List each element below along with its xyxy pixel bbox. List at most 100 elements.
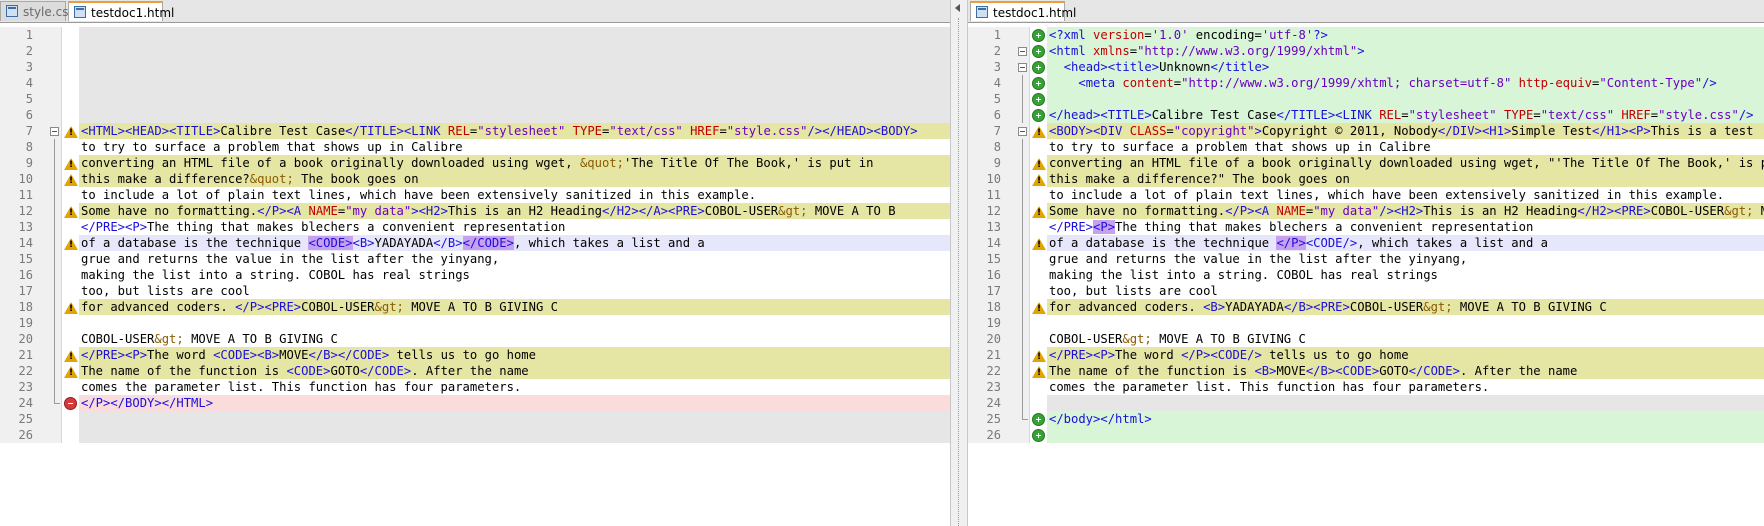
line-content[interactable]: </body></html> (1047, 411, 1764, 427)
line-content[interactable]: comes the parameter list. This function … (79, 379, 950, 395)
code-line[interactable]: 21</PRE><P>The word </P><CODE/> tells us… (968, 347, 1764, 365)
code-line[interactable]: 7<BODY><DIV CLASS="copyright">Copyright … (968, 123, 1764, 139)
code-line[interactable]: 20 COBOL-USER&gt; MOVE A TO B GIVING C (0, 331, 950, 349)
code-line[interactable]: 18for advanced coders. <B>YADAYADA</B><P… (968, 299, 1764, 317)
line-content[interactable] (1047, 315, 1764, 331)
code-line[interactable]: 11 to include a lot of plain text lines, … (968, 187, 1764, 205)
code-line[interactable]: 13 </PRE><P>The thing that makes blechers… (0, 219, 950, 237)
code-line[interactable]: 25 </body></html> (968, 411, 1764, 427)
line-content[interactable] (79, 411, 950, 427)
line-content[interactable]: making the list into a string. COBOL has… (79, 267, 950, 283)
code-line[interactable]: 19 (0, 315, 950, 333)
right-diff-pane[interactable]: testdoc1.html 1 <?xml version='1.0' encod… (968, 0, 1764, 526)
code-line[interactable]: 16 making the list into a string. COBOL h… (968, 267, 1764, 285)
line-content[interactable]: </PRE><P>The word <CODE><B>MOVE</B></COD… (79, 347, 950, 363)
code-line[interactable]: 17 too, but lists are cool (0, 283, 950, 301)
tab-testdoc1-left[interactable]: testdoc1.html (68, 1, 174, 21)
collapse-arrow-icon[interactable] (955, 4, 960, 12)
line-content[interactable]: for advanced coders. </P><PRE>COBOL-USER… (79, 299, 950, 315)
fold-toggle-icon[interactable] (1018, 47, 1027, 56)
code-line[interactable]: 25 (0, 411, 950, 427)
line-content[interactable]: Some have no formatting.</P><A NAME="my … (1047, 203, 1764, 219)
line-content[interactable]: of a database is the technique <CODE><B>… (79, 235, 950, 251)
right-code-editor[interactable]: 1 <?xml version='1.0' encoding='utf-8'?> 2… (968, 27, 1764, 526)
code-line[interactable]: 1 <?xml version='1.0' encoding='utf-8'?> (968, 27, 1764, 43)
line-content[interactable]: for advanced coders. <B>YADAYADA</B><PRE… (1047, 299, 1764, 315)
code-line[interactable]: 6 </head><TITLE>Calibre Test Case</TITLE>… (968, 107, 1764, 125)
line-content[interactable] (79, 107, 950, 123)
line-content[interactable]: too, but lists are cool (1047, 283, 1764, 299)
code-line[interactable]: 26 (0, 427, 950, 443)
code-line[interactable]: 23 comes the parameter list. This functio… (0, 379, 950, 397)
code-line[interactable]: 19 (968, 315, 1764, 333)
line-content[interactable] (79, 27, 950, 43)
code-line[interactable]: 12Some have no formatting.</P><A NAME="m… (0, 203, 950, 221)
line-content[interactable]: to try to surface a problem that shows u… (79, 139, 950, 155)
code-line[interactable]: 9converting an HTML file of a book origi… (968, 155, 1764, 173)
line-content[interactable]: The name of the function is <B>MOVE</B><… (1047, 363, 1764, 379)
code-line[interactable]: 4 (0, 75, 950, 91)
line-content[interactable]: The name of the function is <CODE>GOTO</… (79, 363, 950, 379)
line-content[interactable]: grue and returns the value in the list a… (79, 251, 950, 267)
line-content[interactable]: </PRE><P>The thing that makes blechers a… (1047, 219, 1764, 235)
code-line[interactable]: 8 to try to surface a problem that shows … (0, 139, 950, 157)
line-content[interactable]: of a database is the technique </P><CODE… (1047, 235, 1764, 251)
code-line[interactable]: 14of a database is the technique </P><CO… (968, 235, 1764, 253)
code-line[interactable]: 24 (968, 395, 1764, 413)
code-line[interactable]: 18for advanced coders. </P><PRE>COBOL-US… (0, 299, 950, 317)
code-line[interactable]: 14of a database is the technique <CODE><… (0, 235, 950, 253)
line-content[interactable] (79, 75, 950, 91)
line-content[interactable]: <html xmlns="http://www.w3.org/1999/xhtm… (1047, 43, 1764, 59)
code-line[interactable]: 22The name of the function is <CODE>GOTO… (0, 363, 950, 381)
line-content[interactable]: COBOL-USER&gt; MOVE A TO B GIVING C (79, 331, 950, 347)
code-line[interactable]: 3 (0, 59, 950, 75)
splitter-grip[interactable] (958, 18, 961, 526)
code-line[interactable]: 26 (968, 427, 1764, 443)
line-content[interactable] (79, 315, 950, 331)
code-line[interactable]: 7<HTML><HEAD><TITLE>Calibre Test Case</T… (0, 123, 950, 139)
line-content[interactable] (1047, 91, 1764, 107)
fold-toggle-icon[interactable] (1018, 127, 1027, 136)
code-line[interactable]: 5 (968, 91, 1764, 109)
line-content[interactable]: </P></BODY></HTML> (79, 395, 950, 411)
code-line[interactable]: 21</PRE><P>The word <CODE><B>MOVE</B></C… (0, 347, 950, 365)
line-content[interactable]: <head><title>Unknown</title> (1047, 59, 1764, 75)
code-line[interactable]: 23 comes the parameter list. This functio… (968, 379, 1764, 397)
code-line[interactable]: 15 grue and returns the value in the list… (0, 251, 950, 269)
line-content[interactable] (1047, 395, 1764, 411)
code-line[interactable]: 3 <head><title>Unknown</title> (968, 59, 1764, 75)
line-content[interactable]: converting an HTML file of a book origin… (79, 155, 950, 171)
left-code-editor[interactable]: 1234567<HTML><HEAD><TITLE>Calibre Test C… (0, 27, 950, 526)
code-line[interactable]: 20 COBOL-USER&gt; MOVE A TO B GIVING C (968, 331, 1764, 349)
line-content[interactable]: to include a lot of plain text lines, wh… (1047, 187, 1764, 203)
line-content[interactable] (79, 91, 950, 107)
fold-toggle-icon[interactable] (50, 127, 59, 136)
line-content[interactable]: </PRE><P>The thing that makes blechers a… (79, 219, 950, 235)
line-content[interactable]: Some have no formatting.</P><A NAME="my … (79, 203, 950, 219)
code-line[interactable]: 8 to try to surface a problem that shows … (968, 139, 1764, 157)
code-line[interactable]: 22The name of the function is <B>MOVE</B… (968, 363, 1764, 381)
code-line[interactable]: 10this make a difference?&quot; The book… (0, 171, 950, 189)
line-content[interactable]: making the list into a string. COBOL has… (1047, 267, 1764, 283)
line-content[interactable]: too, but lists are cool (79, 283, 950, 299)
code-line[interactable]: 4 <meta content="http://www.w3.org/1999/… (968, 75, 1764, 93)
code-line[interactable]: 9converting an HTML file of a book origi… (0, 155, 950, 173)
code-line[interactable]: 5 (0, 91, 950, 107)
tab-style-css[interactable]: style.css (0, 1, 75, 21)
code-line[interactable]: 10this make a difference?" The book goes… (968, 171, 1764, 189)
code-line[interactable]: 2 (0, 43, 950, 59)
line-content[interactable]: to try to surface a problem that shows u… (1047, 139, 1764, 155)
line-content[interactable]: converting an HTML file of a book origin… (1047, 155, 1764, 171)
line-content[interactable]: COBOL-USER&gt; MOVE A TO B GIVING C (1047, 331, 1764, 347)
line-content[interactable]: this make a difference?" The book goes o… (1047, 171, 1764, 187)
code-line[interactable]: 13 </PRE><P>The thing that makes blechers… (968, 219, 1764, 237)
code-line[interactable]: 15 grue and returns the value in the list… (968, 251, 1764, 269)
left-diff-pane[interactable]: style.css testdoc1.html 1234567<HTML><HE… (0, 0, 950, 526)
line-content[interactable]: <BODY><DIV CLASS="copyright">Copyright ©… (1047, 123, 1764, 139)
line-content[interactable]: <HTML><HEAD><TITLE>Calibre Test Case</TI… (79, 123, 950, 139)
line-content[interactable]: to include a lot of plain text lines, wh… (79, 187, 950, 203)
line-content[interactable]: <meta content="http://www.w3.org/1999/xh… (1047, 75, 1764, 91)
pane-splitter[interactable] (950, 0, 968, 526)
line-content[interactable]: </head><TITLE>Calibre Test Case</TITLE><… (1047, 107, 1764, 123)
code-line[interactable]: 6 (0, 107, 950, 123)
